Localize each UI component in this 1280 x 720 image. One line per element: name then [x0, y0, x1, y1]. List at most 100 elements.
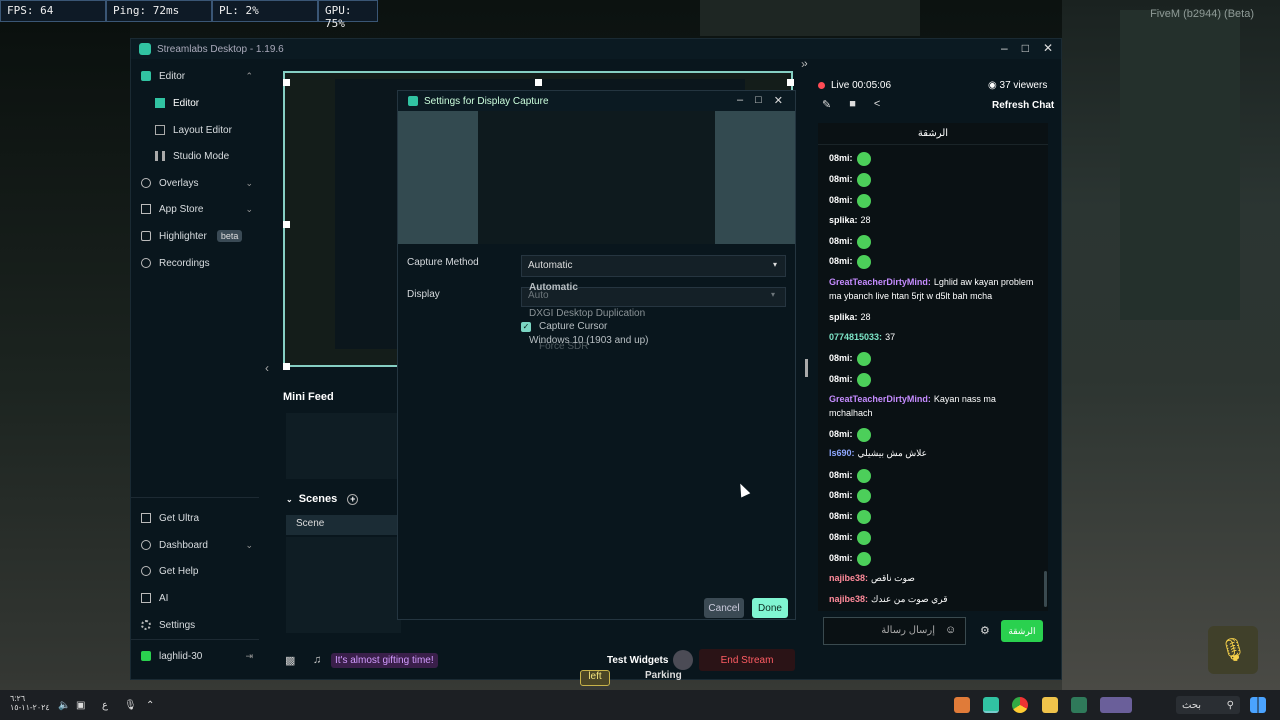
sidebar-item-highlighter[interactable]: Highlighter beta: [141, 225, 253, 247]
chat-username[interactable]: 08mi:: [829, 532, 853, 542]
resize-handle[interactable]: [535, 79, 542, 86]
windows-start-icon[interactable]: [1250, 697, 1266, 713]
volume-icon[interactable]: 🔈: [58, 696, 70, 714]
network-icon[interactable]: ▣: [76, 696, 85, 714]
language-indicator[interactable]: ع: [102, 696, 108, 714]
chat-username[interactable]: najibe38:: [829, 594, 868, 604]
chrome-icon[interactable]: [1012, 697, 1028, 713]
chat-username[interactable]: 08mi:: [829, 470, 853, 480]
splitter-handle[interactable]: [805, 359, 808, 377]
sidebar-item-app-store[interactable]: App Store ⌄: [141, 198, 253, 220]
chat-username[interactable]: 08mi:: [829, 553, 853, 563]
chat-username[interactable]: splika:: [829, 215, 858, 225]
edit-icon[interactable]: ✎: [822, 98, 831, 111]
close-icon[interactable]: ✕: [774, 94, 783, 107]
layout-icon: [155, 125, 165, 135]
chat-username[interactable]: 08mi:: [829, 429, 853, 439]
sidebar-item-ai[interactable]: AI: [141, 587, 253, 609]
dropdown-option[interactable]: Windows 10 (1903 and up): [529, 335, 649, 346]
sidebar-item-get-help[interactable]: Get Help: [141, 560, 253, 582]
minimize-icon[interactable]: –: [737, 94, 743, 107]
cancel-button[interactable]: Cancel: [704, 598, 744, 618]
sidebar-item-recordings[interactable]: Recordings: [141, 252, 253, 274]
folder-icon[interactable]: [1042, 697, 1058, 713]
gift-banner[interactable]: It's almost gifting time!: [331, 652, 438, 668]
chat-username[interactable]: 0774815033:: [829, 332, 882, 342]
chat-username[interactable]: 08mi:: [829, 153, 853, 163]
sidebar-item-overlays[interactable]: Overlays ⌄: [141, 172, 253, 194]
chat-username[interactable]: 08mi:: [829, 195, 853, 205]
chat-username[interactable]: najibe38:: [829, 573, 868, 583]
chat-username[interactable]: 08mi:: [829, 511, 853, 521]
chat-username[interactable]: 08mi:: [829, 490, 853, 500]
chat-username[interactable]: GreatTeacherDirtyMind:: [829, 394, 931, 404]
resize-handle[interactable]: [283, 221, 290, 228]
done-button[interactable]: Done: [752, 598, 788, 618]
app-icon[interactable]: [1071, 697, 1087, 713]
notification-icon[interactable]: ♫: [313, 654, 321, 666]
dialog-controls: – □ ✕: [737, 94, 783, 107]
close-icon[interactable]: ✕: [1043, 41, 1053, 55]
streamlabs-taskbar-icon[interactable]: [983, 697, 999, 713]
chat-username[interactable]: splika:: [829, 312, 858, 322]
stats-icon[interactable]: ▩: [285, 654, 295, 667]
emoji-icon[interactable]: ☺: [945, 624, 956, 636]
folder-icon[interactable]: ■: [849, 98, 856, 111]
fps-readout: FPS: 64: [0, 0, 106, 22]
dropdown-option[interactable]: DXGI Desktop Duplication: [529, 308, 645, 319]
chat-channel-header: الرشقة: [818, 123, 1048, 145]
sidebar-item-editor-group[interactable]: Editor ⌃: [141, 65, 253, 87]
dropdown-option[interactable]: Automatic: [529, 282, 578, 293]
sidebar-item-settings[interactable]: Settings: [141, 614, 253, 636]
refresh-chat-button[interactable]: Refresh Chat: [992, 100, 1054, 111]
chat-username[interactable]: GreatTeacherDirtyMind:: [829, 277, 931, 287]
app-icon[interactable]: [954, 697, 970, 713]
share-icon[interactable]: <: [874, 98, 880, 111]
sidebar-item-get-ultra[interactable]: Get Ultra: [141, 507, 253, 529]
sidebar-item-dashboard[interactable]: Dashboard ⌄: [141, 534, 253, 556]
title-bar[interactable]: Streamlabs Desktop - 1.19.6 – □ ✕: [131, 39, 1061, 59]
sidebar-user[interactable]: laghlid-30 ⇥: [141, 645, 253, 667]
emote-icon: [856, 551, 871, 566]
chat-username[interactable]: 08mi:: [829, 374, 853, 384]
maximize-icon[interactable]: □: [755, 94, 762, 107]
chat-scrollbar[interactable]: [1044, 571, 1047, 607]
chevron-left-icon[interactable]: ‹: [265, 361, 269, 375]
clock[interactable]: ٦:٢٦ ٢٠٢٤-١١-١٥: [10, 694, 50, 716]
chat-settings-gear-icon[interactable]: ⚙: [980, 624, 990, 637]
chat-send-button[interactable]: الرشقة: [1001, 620, 1043, 642]
chat-message: 08mi:: [829, 372, 1035, 387]
test-widgets-button[interactable]: Test Widgets: [607, 655, 668, 666]
sidebar-item-editor[interactable]: Editor: [155, 92, 253, 114]
chevron-down-icon[interactable]: ⌄: [286, 495, 293, 504]
resize-handle[interactable]: [787, 79, 794, 86]
chat-username[interactable]: ls690:: [829, 448, 855, 458]
search-box[interactable]: بحث ⚲: [1176, 696, 1240, 714]
minimize-icon[interactable]: –: [1001, 41, 1008, 55]
capture-cursor-checkbox[interactable]: ✓: [521, 322, 531, 332]
widget-icon[interactable]: [1100, 697, 1132, 713]
chevron-up-icon[interactable]: ⌃: [146, 696, 154, 714]
capture-method-select[interactable]: Automatic ▾: [521, 255, 786, 277]
scene-list-item[interactable]: Scene: [286, 515, 401, 535]
mini-feed-panel: [286, 413, 401, 479]
chat-username[interactable]: 08mi:: [829, 174, 853, 184]
chat-username[interactable]: 08mi:: [829, 236, 853, 246]
chat-username[interactable]: 08mi:: [829, 353, 853, 363]
chat-username[interactable]: 08mi:: [829, 256, 853, 266]
end-stream-button[interactable]: End Stream: [699, 649, 795, 671]
maximize-icon[interactable]: □: [1022, 41, 1029, 55]
chevron-right-icon[interactable]: ›: [804, 58, 808, 70]
editor-footer: ▩ ♫ It's almost gifting time! Test Widge…: [281, 645, 795, 675]
mic-icon[interactable]: 🎙: [124, 696, 137, 714]
sidebar-item-studio-mode[interactable]: Studio Mode: [155, 145, 253, 167]
dialog-title-bar[interactable]: Settings for Display Capture – □ ✕: [398, 91, 795, 111]
add-scene-icon[interactable]: +: [347, 493, 359, 505]
highlighter-icon: [141, 231, 151, 241]
building: [1120, 10, 1240, 320]
resize-handle[interactable]: [283, 79, 290, 86]
logout-icon[interactable]: ⇥: [245, 651, 253, 662]
sidebar-item-layout-editor[interactable]: Layout Editor: [155, 119, 253, 141]
rec-button[interactable]: [673, 650, 693, 670]
resize-handle[interactable]: [283, 363, 290, 370]
